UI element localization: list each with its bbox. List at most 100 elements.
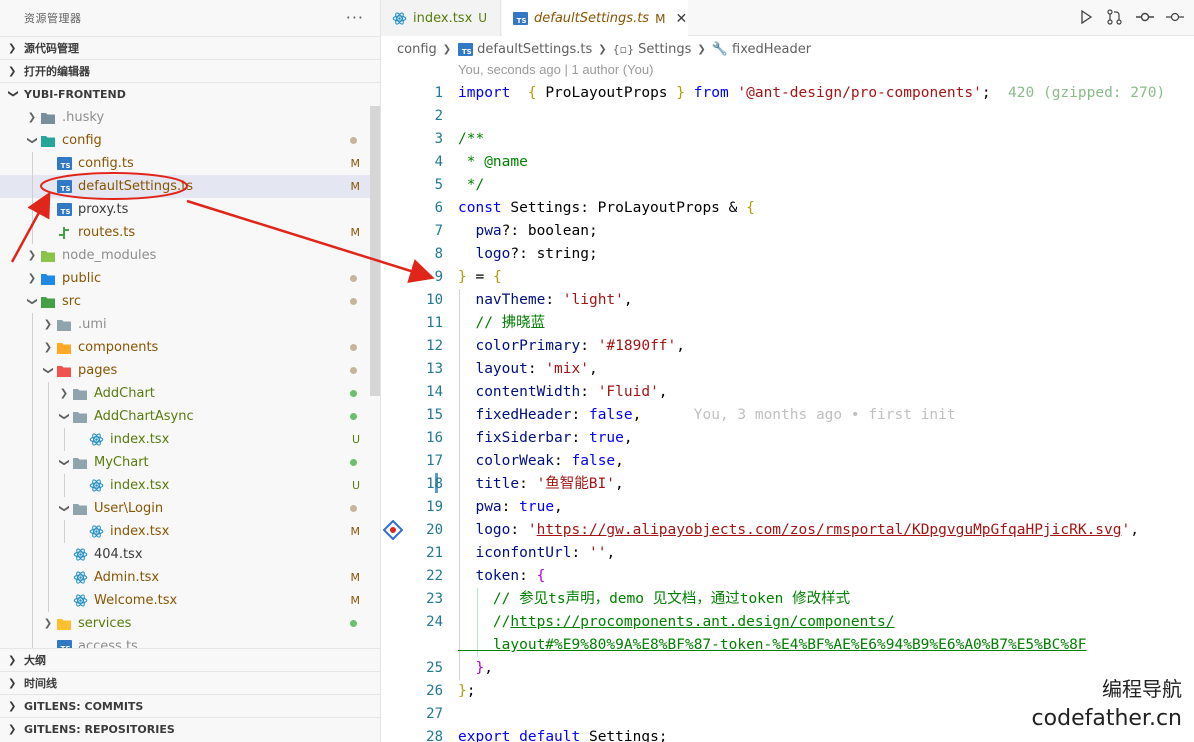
code-line[interactable]: layout: 'mix',: [458, 358, 597, 381]
code-token: true: [588, 430, 624, 446]
code-line[interactable]: fixSiderbar: true,: [458, 427, 633, 450]
tree-folder[interactable]: ❯ node_modules: [0, 244, 370, 267]
code-line[interactable]: * @name: [458, 151, 528, 174]
folder-icon: [56, 616, 72, 632]
chevron-down-icon: ❯: [58, 412, 70, 421]
tree-file[interactable]: TS proxy.ts: [0, 198, 370, 221]
tree-file[interactable]: TS config.ts M: [0, 152, 370, 175]
code-line[interactable]: //https://procomponents.ant.design/compo…: [458, 611, 895, 634]
section-project-root[interactable]: ❯ YUBI-FRONTEND: [0, 82, 380, 105]
tree-file[interactable]: index.tsx U: [0, 474, 370, 497]
line-number: 13: [426, 361, 443, 377]
tree-file[interactable]: routes.ts M: [0, 221, 370, 244]
code-line[interactable]: title: '鱼智能BI',: [458, 473, 624, 496]
tree-file[interactable]: Admin.tsx M: [0, 566, 370, 589]
code-line[interactable]: // 参见ts声明，demo 见文档，通过token 修改样式: [458, 588, 850, 611]
breadcrumb-config[interactable]: config: [397, 42, 437, 57]
tree-item-label: services: [78, 616, 132, 631]
tree-file[interactable]: index.tsx M: [0, 520, 370, 543]
section-outline[interactable]: ❯ 大纲: [0, 648, 380, 671]
code-line[interactable]: layout#%E9%80%9A%E8%BF%87-token-%E4%BF%A…: [458, 634, 1087, 657]
tree-file[interactable]: 404.tsx: [0, 543, 370, 566]
git-commit-icon[interactable]: [1136, 9, 1154, 29]
tree-file[interactable]: Welcome.tsx M: [0, 589, 370, 612]
git-blame-header[interactable]: You, seconds ago | 1 author (You): [458, 62, 653, 77]
tree-folder[interactable]: ❯ .husky: [0, 106, 370, 129]
git-commit-alt-icon[interactable]: [1166, 9, 1184, 29]
code-line[interactable]: };: [458, 680, 475, 703]
code-token: }: [458, 683, 467, 699]
breadcrumb-file[interactable]: defaultSettings.ts: [477, 42, 592, 57]
chevron-right-icon: ❯: [43, 342, 53, 353]
tree-folder[interactable]: ❯ User\Login: [0, 497, 370, 520]
code-line[interactable]: pwa: true,: [458, 496, 562, 519]
tab-default-settings[interactable]: TS defaultSettings.ts M ✕: [502, 0, 688, 37]
code-line[interactable]: iconfontUrl: '',: [458, 542, 615, 565]
code-line[interactable]: */: [458, 174, 484, 197]
tree-folder[interactable]: ❯ config: [0, 129, 370, 152]
code-token: ,: [623, 430, 633, 446]
tree-item-label: .umi: [78, 317, 107, 332]
tree-folder[interactable]: ❯ AddChartAsync: [0, 405, 370, 428]
code-line[interactable]: logo: 'https://gw.alipayobjects.com/zos/…: [458, 519, 1139, 542]
tree-file[interactable]: TS access.ts: [0, 635, 370, 648]
tree-folder[interactable]: ❯ AddChart: [0, 382, 370, 405]
tree-folder[interactable]: ❯ pages: [0, 359, 370, 382]
section-timeline[interactable]: ❯ 时间线: [0, 671, 380, 694]
code-line[interactable]: } = {: [458, 266, 502, 289]
tree-file[interactable]: TS defaultSettings.ts M: [0, 175, 370, 198]
tree-indent-guide: [32, 405, 33, 428]
tree-folder[interactable]: ❯ components: [0, 336, 370, 359]
code-line[interactable]: const Settings: ProLayoutProps & {: [458, 197, 755, 220]
code-token: false: [588, 407, 633, 423]
tree-folder[interactable]: ❯ .umi: [0, 313, 370, 336]
breadcrumb-settings[interactable]: Settings: [638, 42, 691, 57]
code-token: ,: [615, 453, 624, 469]
code-line[interactable]: export default Settings;: [458, 726, 668, 742]
code-line[interactable]: contentWidth: 'Fluid',: [458, 381, 667, 404]
code-token: colorWeak: [458, 453, 555, 469]
code-line[interactable]: token: {: [458, 565, 545, 588]
code-line[interactable]: colorWeak: false,: [458, 450, 624, 473]
tree-file[interactable]: index.tsx U: [0, 428, 370, 451]
code-editor[interactable]: 1 import { ProLayoutProps } from '@ant-de…: [381, 82, 1194, 742]
code-token: * @name: [458, 154, 528, 170]
code-token: ;: [981, 85, 1009, 101]
code-line[interactable]: },: [458, 657, 492, 680]
tree-folder[interactable]: ❯ services: [0, 612, 370, 635]
tab-index-tsx[interactable]: index.tsx U: [381, 0, 501, 36]
code-line[interactable]: // 拂晓蓝: [458, 312, 545, 335]
code-line[interactable]: fixedHeader: false, You, 3 months ago • …: [458, 404, 955, 427]
run-icon[interactable]: [1078, 9, 1094, 29]
line-number: 19: [426, 499, 443, 515]
more-actions-icon[interactable]: ···: [346, 8, 364, 27]
tree-folder[interactable]: ❯ public: [0, 267, 370, 290]
line-number: 17: [426, 453, 443, 469]
section-gitlens-commits[interactable]: ❯ GITLENS: COMMITS: [0, 694, 380, 717]
breadcrumb: config ❯ TS defaultSettings.ts ❯ {▫} Set…: [381, 37, 1194, 61]
line-number: 21: [426, 545, 443, 561]
section-gitlens-repositories[interactable]: ❯ GITLENS: REPOSITORIES: [0, 717, 380, 740]
close-icon[interactable]: ✕: [675, 11, 687, 27]
code-line[interactable]: pwa?: boolean;: [458, 220, 597, 243]
tree-folder[interactable]: ❯ src: [0, 290, 370, 313]
tree-folder[interactable]: ❯ MyChart: [0, 451, 370, 474]
tree-indent-guide: [32, 313, 33, 336]
code-line[interactable]: logo?: string;: [458, 243, 597, 266]
code-token: ,: [615, 476, 624, 492]
code-line[interactable]: import { ProLayoutProps } from '@ant-des…: [458, 82, 1165, 105]
line-number: 20: [426, 522, 443, 538]
code-line[interactable]: /**: [458, 128, 484, 151]
code-token: import: [458, 85, 511, 101]
tree-indent-guide: [64, 520, 65, 543]
breadcrumb-fixed-header[interactable]: fixedHeader: [732, 42, 811, 57]
compare-changes-icon[interactable]: [1106, 9, 1124, 29]
code-line[interactable]: navTheme: 'light',: [458, 289, 632, 312]
section-open-editors[interactable]: ❯ 打开的编辑器: [0, 59, 380, 82]
sidebar-scrollbar[interactable]: [370, 106, 380, 396]
line-number: 27: [426, 706, 443, 722]
section-source-control[interactable]: ❯ 源代码管理: [0, 36, 380, 59]
code-line[interactable]: colorPrimary: '#1890ff',: [458, 335, 685, 358]
react-icon: [72, 570, 88, 586]
